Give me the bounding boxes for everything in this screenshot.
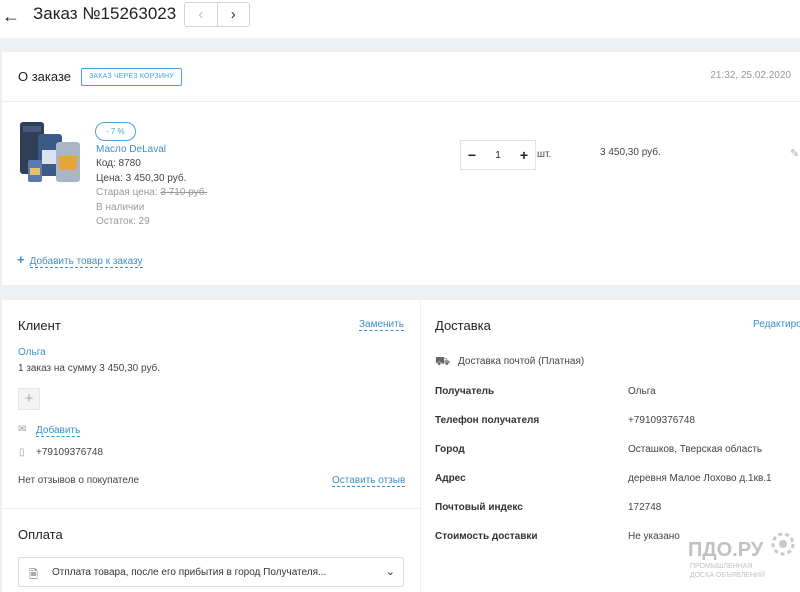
payment-method-select[interactable]: 🗎 Отплата товара, после его прибытия в г… — [18, 557, 404, 587]
qty-decrease-button[interactable]: − — [461, 147, 483, 163]
product-price: Цена: 3 450,30 руб. — [96, 173, 187, 184]
order-card-header: О заказе Заказ через корзину 21:32, 25.0… — [2, 52, 800, 102]
watermark-main: ПДО.РУ — [688, 539, 764, 561]
product-name-link[interactable]: Масло DeLaval — [96, 144, 166, 155]
chevron-right-icon[interactable]: › — [218, 3, 250, 26]
quantity-stepper: − 1 + — [460, 140, 536, 170]
truck-icon: ⛟ — [435, 354, 451, 368]
add-email-link[interactable]: Добавить — [36, 425, 81, 437]
stock-remaining: Остаток: 29 — [96, 216, 150, 227]
order-card: О заказе Заказ через корзину 21:32, 25.0… — [2, 52, 800, 285]
delivery-section-title: Доставка — [435, 318, 491, 333]
delivery-row-value: Ольга — [628, 386, 656, 397]
client-orders-summary: 1 заказ на сумму 3 450,30 руб. — [18, 363, 161, 374]
arrow-left-icon[interactable]: ← — [2, 6, 20, 27]
add-client-info-button[interactable]: + — [18, 388, 40, 410]
add-product-label: Добавить товар к заказу — [29, 256, 143, 268]
delivery-row-label: Телефон получателя — [435, 415, 540, 426]
delivery-row-value: Не указано — [628, 531, 680, 542]
site-watermark-logo: ПДО.РУ ПРОМЫШЛЕННАЯ ДОСКА ОБЪЯВЛЕНИЙ — [688, 532, 795, 579]
edit-delivery-link[interactable]: Редактировать — [753, 319, 800, 330]
page-title: Заказ №15263023 — [33, 4, 177, 23]
change-client-link[interactable]: Заменить — [359, 319, 404, 331]
chevron-down-icon: ⌄ — [385, 566, 395, 578]
delivery-type: Доставка почтой (Платная) — [458, 356, 585, 367]
delivery-row-label: Стоимость доставки — [435, 531, 538, 542]
client-card: Клиент Заменить Ольга 1 заказ на сумму 3… — [2, 300, 420, 508]
delivery-row-label: Город — [435, 444, 465, 455]
no-reviews-text: Нет отзывов о покупателе — [18, 475, 140, 486]
delivery-row-value: 172748 — [628, 502, 662, 513]
phone-icon: ▯ — [19, 447, 25, 458]
order-source-badge: Заказ через корзину — [81, 68, 182, 86]
pencil-icon[interactable]: ✎ — [790, 147, 799, 160]
qty-value[interactable]: 1 — [483, 150, 513, 161]
watermark-sub2: ДОСКА ОБЪЯВЛЕНИЙ — [690, 570, 765, 579]
item-total: 3 450,30 руб. — [600, 147, 661, 158]
watermark-sub1: ПРОМЫШЛЕННАЯ — [690, 563, 753, 570]
qty-increase-button[interactable]: + — [513, 147, 535, 163]
discount-badge: - 7 % — [95, 122, 136, 141]
leave-review-link[interactable]: Оставить отзыв — [332, 475, 406, 487]
stock-status: В наличии — [96, 202, 145, 213]
product-thumbnail[interactable] — [18, 120, 82, 188]
client-section-title: Клиент — [18, 318, 61, 333]
delivery-row-label: Почтовый индекс — [435, 502, 523, 513]
payment-method-value: Отплата товара, после его прибытия в гор… — [52, 567, 327, 578]
chevron-left-icon[interactable]: ‹ — [185, 3, 218, 26]
add-product-button[interactable]: + Добавить товар к заказу — [17, 252, 143, 268]
old-price-label: Старая цена: — [96, 187, 161, 198]
delivery-row-label: Получатель — [435, 386, 495, 397]
delivery-row-value: Осташков, Тверская область — [628, 444, 763, 455]
payment-section-title: Оплата — [18, 527, 63, 542]
payment-card: Оплата 🗎 Отплата товара, после его прибы… — [2, 509, 420, 592]
old-price-value: 3 710 руб. — [160, 187, 208, 198]
envelope-icon: ✉ — [18, 424, 27, 435]
qty-unit: шт. — [537, 149, 552, 160]
client-name-link[interactable]: Ольга — [18, 347, 46, 358]
order-pager: ‹ › — [184, 2, 250, 27]
delivery-row-value: +79109376748 — [628, 415, 696, 426]
order-section-title: О заказе — [18, 69, 72, 84]
product-old-price: Старая цена: 3 710 руб. — [96, 187, 207, 198]
document-icon: 🗎 — [29, 569, 38, 581]
product-code: Код: 8780 — [96, 158, 141, 169]
page-header: ← Заказ №15263023 ‹ › — [0, 0, 800, 38]
delivery-row-label: Адрес — [435, 473, 466, 484]
plus-icon: + — [17, 252, 25, 267]
client-phone: +79109376748 — [36, 447, 104, 458]
order-datetime: 21:32, 25.02.2020 — [710, 70, 791, 81]
delivery-row-value: деревня Малое Лохово д.1кв.1 — [628, 473, 772, 484]
